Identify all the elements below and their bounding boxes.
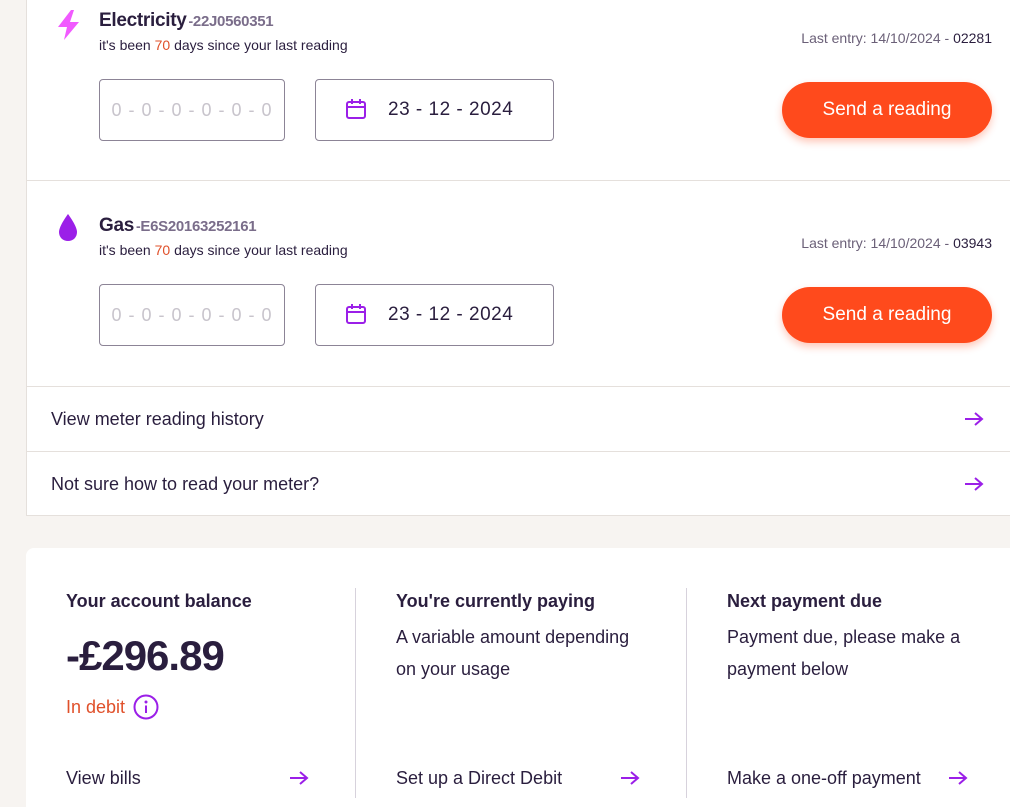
debit-status: In debit <box>66 694 159 720</box>
meter-type-label: Gas <box>99 215 135 236</box>
account-summary-card: Your account balance -£296.89 In debit V… <box>26 548 1010 807</box>
since-prefix: it's been <box>99 242 155 258</box>
currently-paying-column: You're currently paying A variable amoun… <box>396 548 686 807</box>
date-value: 23 - 12 - 2024 <box>388 99 514 120</box>
paying-title: You're currently paying <box>396 591 595 611</box>
column-divider <box>686 588 687 798</box>
last-entry-value: 03943 <box>953 235 992 251</box>
balance-title: Your account balance <box>66 591 252 611</box>
paying-description-line: on your usage <box>396 659 511 679</box>
next-payment-description: Payment due, please make a payment below <box>727 621 960 685</box>
electricity-meter-section: Electricity -22J0560351 it's been 70 days… <box>27 0 1010 180</box>
meter-reading-input[interactable]: 0 - 0 - 0 - 0 - 0 - 0 <box>99 79 285 141</box>
arrow-right-icon[interactable] <box>288 770 310 786</box>
next-payment-description-line: Payment due, please make a <box>727 627 961 647</box>
since-suffix: days since your last reading <box>170 242 348 258</box>
arrow-right-icon <box>965 412 984 426</box>
calendar-icon <box>346 304 366 324</box>
info-icon[interactable] <box>133 694 159 720</box>
arrow-right-icon <box>965 477 984 491</box>
reading-date-input[interactable]: 23 - 12 - 2024 <box>315 284 554 346</box>
account-balance-column: Your account balance -£296.89 In debit V… <box>66 548 356 807</box>
next-payment-title: Next payment due <box>727 591 883 611</box>
setup-direct-debit-link[interactable]: Set up a Direct Debit <box>396 768 562 789</box>
gas-meter-name: Gas -E6S20163252161 <box>99 215 257 237</box>
lightning-bolt-icon <box>58 10 79 40</box>
meter-readings-card: Electricity -22J0560351 it's been 70 days… <box>26 0 1010 516</box>
link-label: Not sure how to read your meter? <box>51 474 320 494</box>
balance-amount: -£296.89 <box>66 632 225 679</box>
meter-serial: E6S20163252161 <box>140 218 257 235</box>
debit-status-label: In debit <box>66 696 126 717</box>
days-count: 70 <box>154 37 171 53</box>
reading-placeholder: 0 - 0 - 0 - 0 - 0 - 0 <box>111 304 273 325</box>
link-label: View meter reading history <box>51 409 264 429</box>
gas-meter-section: Gas -E6S20163252161 it's been 70 days sin… <box>27 181 1010 386</box>
next-payment-description-line: payment below <box>727 659 849 679</box>
send-reading-button[interactable]: Send a reading <box>782 287 992 343</box>
since-prefix: it's been <box>99 37 155 53</box>
last-entry-separator: - <box>940 30 954 46</box>
reading-placeholder: 0 - 0 - 0 - 0 - 0 - 0 <box>111 99 273 120</box>
paying-description: A variable amount depending on your usag… <box>396 621 629 685</box>
last-entry-label: Last entry: 14/10/2024 <box>801 235 941 251</box>
days-since-reading: it's been 70 days since your last readin… <box>99 37 348 53</box>
electricity-meter-name: Electricity -22J0560351 <box>99 10 274 32</box>
days-count: 70 <box>154 242 171 258</box>
days-since-reading: it's been 70 days since your last readin… <box>99 242 348 258</box>
reading-date-input[interactable]: 23 - 12 - 2024 <box>315 79 554 141</box>
paying-description-line: A variable amount depending <box>396 627 630 647</box>
last-entry: Last entry: 14/10/2024 - 03943 <box>801 235 992 251</box>
meter-reading-input[interactable]: 0 - 0 - 0 - 0 - 0 - 0 <box>99 284 285 346</box>
last-entry-label: Last entry: 14/10/2024 <box>801 30 941 46</box>
date-value: 23 - 12 - 2024 <box>388 304 514 325</box>
meter-serial: 22J0560351 <box>192 13 274 30</box>
calendar-icon <box>346 99 366 119</box>
arrow-right-icon[interactable] <box>619 770 641 786</box>
flame-drop-icon <box>59 214 77 241</box>
last-entry-separator: - <box>940 235 954 251</box>
arrow-right-icon[interactable] <box>947 770 969 786</box>
last-entry-value: 02281 <box>953 30 992 46</box>
view-bills-link[interactable]: View bills <box>66 768 141 789</box>
view-meter-history-link[interactable]: View meter reading history <box>27 387 1010 451</box>
one-off-payment-link[interactable]: Make a one-off payment <box>727 768 921 789</box>
since-suffix: days since your last reading <box>170 37 348 53</box>
column-divider <box>355 588 356 798</box>
last-entry: Last entry: 14/10/2024 - 02281 <box>801 30 992 46</box>
how-to-read-meter-link[interactable]: Not sure how to read your meter? <box>27 452 1010 516</box>
meter-type-label: Electricity <box>99 10 187 31</box>
send-reading-button[interactable]: Send a reading <box>782 82 992 138</box>
next-payment-column: Next payment due Payment due, please mak… <box>727 548 1010 807</box>
